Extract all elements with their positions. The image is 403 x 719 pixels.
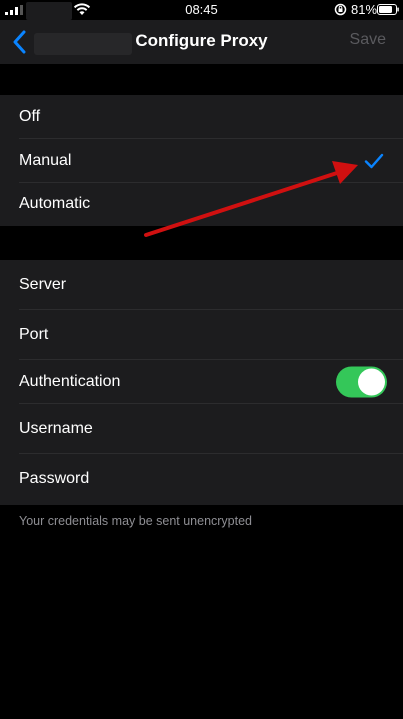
password-label: Password bbox=[19, 470, 90, 487]
authentication-label: Authentication bbox=[19, 373, 121, 390]
username-label: Username bbox=[19, 420, 93, 437]
page-title: Configure Proxy bbox=[135, 31, 268, 50]
server-label: Server bbox=[19, 276, 67, 293]
credentials-warning: Your credentials may be sent unencrypted bbox=[19, 514, 253, 528]
proxy-server-settings: Server Port Authentication Username Pass… bbox=[0, 260, 403, 505]
port-label: Port bbox=[19, 326, 49, 343]
password-field[interactable]: Password bbox=[0, 454, 403, 504]
authentication-toggle[interactable] bbox=[336, 366, 387, 398]
proxy-option-label: Off bbox=[19, 107, 41, 125]
checkmark-icon bbox=[364, 153, 384, 168]
battery-percentage: 81% bbox=[351, 2, 378, 17]
proxy-option-label: Automatic bbox=[19, 195, 91, 213]
status-bar: 08:45 81% bbox=[0, 0, 403, 20]
server-field[interactable]: Server bbox=[0, 260, 403, 310]
save-button[interactable]: Save bbox=[350, 31, 386, 49]
proxy-option-label: Manual bbox=[19, 151, 72, 169]
proxy-mode-list: Off Manual Automatic bbox=[0, 95, 403, 226]
port-field[interactable]: Port bbox=[0, 310, 403, 360]
username-field[interactable]: Username bbox=[0, 404, 403, 454]
proxy-option-automatic[interactable]: Automatic bbox=[0, 183, 403, 227]
rotation-lock-icon bbox=[334, 3, 347, 16]
proxy-option-off[interactable]: Off bbox=[0, 95, 403, 139]
battery-icon bbox=[377, 4, 399, 15]
proxy-option-manual[interactable]: Manual bbox=[0, 139, 403, 183]
toggle-knob bbox=[358, 368, 385, 396]
navigation-bar: Configure Proxy Save bbox=[0, 20, 403, 64]
authentication-row: Authentication bbox=[0, 360, 403, 404]
